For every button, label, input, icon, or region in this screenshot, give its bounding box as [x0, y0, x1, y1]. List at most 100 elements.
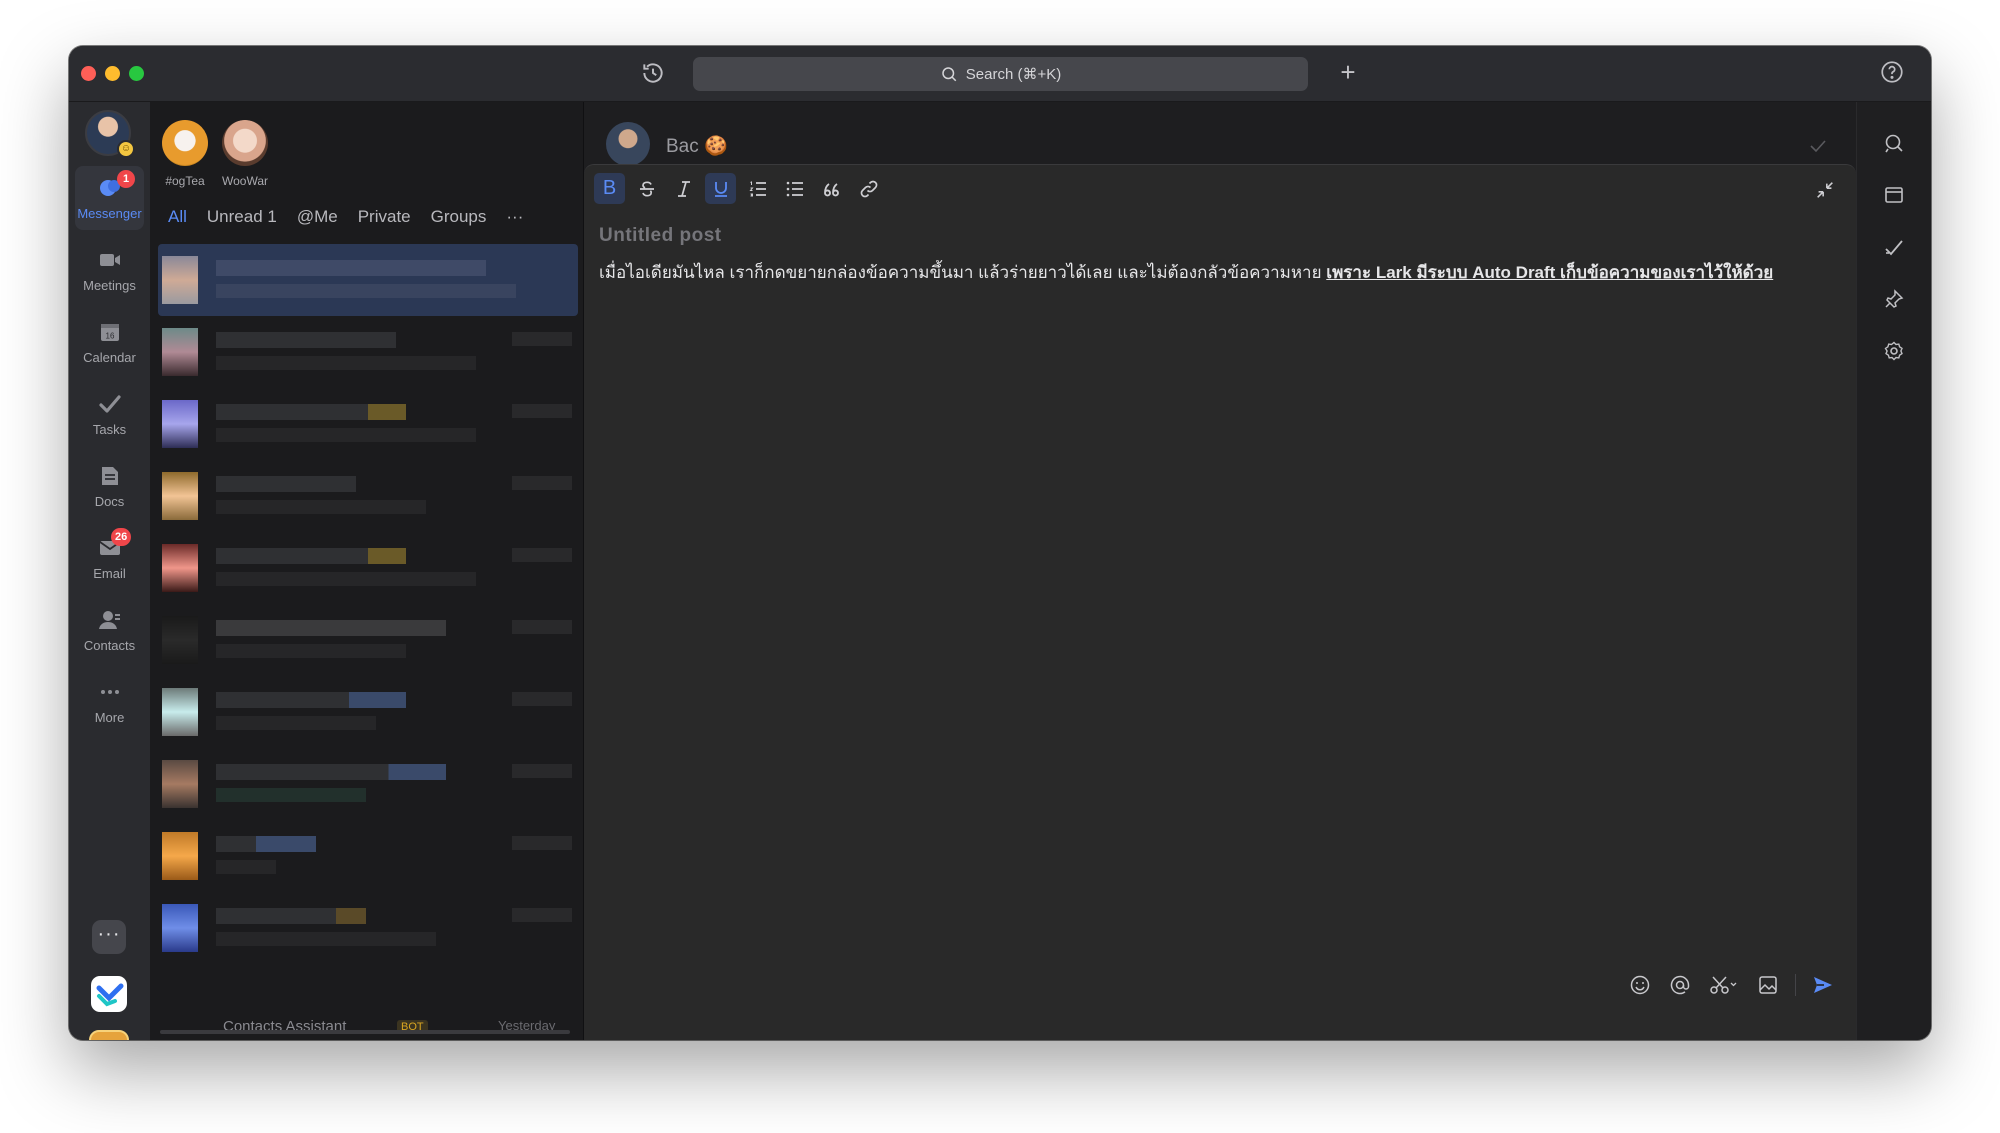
pinned-chat-name: #ogTea — [165, 174, 205, 188]
format-toolbar: B — [594, 173, 884, 204]
avatar — [222, 120, 268, 166]
more-dots-icon — [100, 690, 119, 694]
avatar — [162, 688, 198, 736]
app-window: Search (⌘+K) + ☺ Messenger 1 Meetings 16… — [69, 46, 1931, 1040]
list-item[interactable]: Contacts Assistant BOT Yesterday — [150, 1018, 583, 1040]
bullet-list-button[interactable] — [779, 173, 810, 204]
chat-list-scrollbar[interactable] — [160, 1030, 570, 1034]
screenshot-scissors-icon[interactable] — [1707, 972, 1741, 998]
search-bar[interactable]: Search (⌘+K) — [693, 57, 1308, 91]
link-button[interactable] — [853, 173, 884, 204]
ordered-list-button[interactable] — [742, 173, 773, 204]
bold-button[interactable]: B — [594, 173, 625, 204]
new-button[interactable]: + — [1333, 58, 1363, 88]
filter-at-me[interactable]: @Me — [297, 207, 338, 227]
done-check-icon[interactable] — [1808, 136, 1828, 156]
italic-button[interactable] — [668, 173, 699, 204]
pinned-chat[interactable]: #ogTea — [162, 120, 208, 188]
divider — [1795, 974, 1796, 996]
nav-docs-label: Docs — [94, 494, 125, 509]
emoji-icon[interactable] — [1627, 972, 1653, 998]
search-label: Search (⌘+K) — [965, 66, 1062, 83]
collapse-editor-icon[interactable] — [1814, 179, 1838, 203]
quote-icon — [823, 182, 839, 196]
list-item[interactable] — [158, 460, 578, 532]
filter-all[interactable]: All — [168, 207, 187, 227]
contacts-icon — [98, 611, 120, 629]
avatar[interactable] — [606, 122, 650, 166]
nav-messenger[interactable]: Messenger 1 — [75, 166, 144, 230]
tasks-check-icon[interactable] — [1883, 236, 1907, 260]
chat-search-icon[interactable] — [1883, 132, 1907, 156]
settings-gear-icon[interactable] — [1883, 340, 1907, 364]
list-item[interactable] — [158, 892, 578, 964]
conversation-panel: Bac 🍪 B Untitled post เมื่อไอเดียมันไหล … — [583, 102, 1856, 1040]
nav-rail: ☺ Messenger 1 Meetings 16 Calendar Tasks… — [69, 102, 150, 1040]
post-body-text[interactable]: เมื่อไอเดียมันไหล เราก็กดขยายกล่องข้อควา… — [599, 259, 1773, 286]
link-icon — [860, 180, 877, 197]
avatar — [162, 616, 198, 664]
nav-meetings[interactable]: Meetings — [75, 238, 144, 302]
history-icon[interactable] — [640, 60, 668, 88]
filter-private[interactable]: Private — [358, 207, 411, 227]
underline-button[interactable] — [705, 173, 736, 204]
avatar — [162, 120, 208, 166]
send-icon[interactable] — [1810, 972, 1836, 998]
nav-tasks-label: Tasks — [92, 422, 127, 437]
minimize-window-button[interactable] — [105, 66, 120, 81]
avatar — [162, 760, 198, 808]
messenger-badge: 1 — [117, 170, 135, 188]
status-emoji-icon[interactable]: ☺ — [117, 140, 135, 158]
chat-list — [158, 244, 578, 964]
list-item[interactable] — [158, 676, 578, 748]
quote-button[interactable] — [816, 173, 847, 204]
nav-contacts[interactable]: Contacts — [75, 598, 144, 662]
list-item[interactable] — [158, 820, 578, 892]
pinned-chat-name: WooWar — [222, 174, 269, 188]
pinned-chats: #ogTea WooWar — [162, 120, 268, 188]
list-item[interactable] — [158, 748, 578, 820]
filter-groups[interactable]: Groups — [431, 207, 487, 227]
post-body-emphasis: เพราะ Lark มีระบบ Auto Draft เก็บข้อความ… — [1326, 263, 1774, 282]
app-more-button[interactable]: ··· — [92, 920, 126, 954]
nav-email[interactable]: Email 26 — [75, 526, 144, 590]
avatar — [162, 832, 198, 880]
custom-app-icon[interactable] — [89, 1030, 129, 1040]
avatar — [162, 328, 198, 376]
conversation-title[interactable]: Bac 🍪 — [666, 134, 728, 158]
pinned-chat[interactable]: WooWar — [222, 120, 268, 188]
svg-text:16: 16 — [105, 332, 114, 341]
post-editor[interactable]: B Untitled post เมื่อไอเดียมันไหล เราก็ก… — [584, 164, 1856, 1040]
nav-more[interactable]: More — [75, 670, 144, 734]
lark-app-icon[interactable] — [91, 976, 127, 1012]
close-window-button[interactable] — [81, 66, 96, 81]
calendar-icon: 16 — [100, 324, 119, 341]
list-item[interactable] — [158, 532, 578, 604]
zoom-window-button[interactable] — [129, 66, 144, 81]
nav-meetings-label: Meetings — [83, 278, 136, 293]
list-item[interactable] — [158, 244, 578, 316]
title-bar: Search (⌘+K) + — [69, 46, 1931, 102]
list-item[interactable] — [158, 604, 578, 676]
nav-contacts-label: Contacts — [83, 638, 136, 653]
avatar — [162, 256, 198, 304]
underline-icon — [714, 181, 727, 197]
nav-tasks[interactable]: Tasks — [75, 382, 144, 446]
nav-docs[interactable]: Docs — [75, 454, 144, 518]
pin-icon[interactable] — [1883, 288, 1907, 312]
filter-unread[interactable]: Unread 1 — [207, 207, 277, 227]
folder-icon[interactable] — [1883, 184, 1907, 208]
mention-icon[interactable] — [1667, 972, 1693, 998]
avatar — [162, 904, 198, 952]
list-item[interactable] — [158, 316, 578, 388]
post-title-input[interactable]: Untitled post — [599, 225, 722, 247]
avatar — [162, 544, 198, 592]
help-icon[interactable] — [1879, 59, 1907, 87]
ordered-list-icon — [748, 180, 766, 196]
strikethrough-button[interactable] — [631, 173, 662, 204]
post-body-plain: เมื่อไอเดียมันไหล เราก็กดขยายกล่องข้อควา… — [599, 263, 1327, 282]
image-icon[interactable] — [1755, 972, 1781, 998]
list-item[interactable] — [158, 388, 578, 460]
filter-more-button[interactable]: ··· — [506, 207, 523, 227]
nav-calendar[interactable]: 16 Calendar — [75, 310, 144, 374]
